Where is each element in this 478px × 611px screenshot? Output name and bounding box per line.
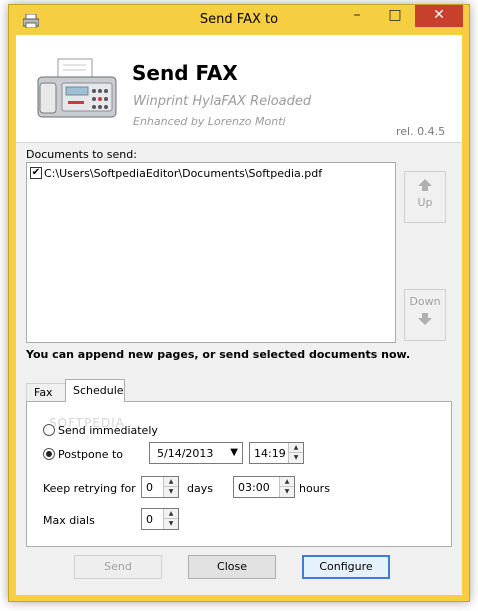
- spin-up-icon[interactable]: ▲: [164, 509, 178, 519]
- move-up-button[interactable]: Up: [404, 171, 446, 223]
- spin-up-icon[interactable]: ▲: [164, 477, 178, 487]
- max-dials-label: Max dials: [43, 514, 95, 527]
- documents-list[interactable]: ✔ C:\Users\SoftpediaEditor\Documents\Sof…: [26, 162, 396, 343]
- append-hint: You can append new pages, or send select…: [26, 348, 411, 361]
- spin-up-icon[interactable]: ▲: [280, 477, 294, 487]
- configure-button[interactable]: Configure: [302, 555, 390, 579]
- spin-up-icon[interactable]: ▲: [289, 443, 303, 453]
- arrow-up-icon: [418, 179, 432, 191]
- postpone-radio[interactable]: [43, 448, 55, 460]
- header-banner: Send FAX Winprint HylaFAX Reloaded Enhan…: [16, 35, 462, 143]
- max-dials-stepper[interactable]: 0 ▲ ▼: [141, 508, 179, 530]
- spin-down-icon[interactable]: ▼: [164, 519, 178, 529]
- time-spin-arrows[interactable]: ▲ ▼: [288, 443, 303, 463]
- header-title: Send FAX: [132, 61, 238, 85]
- send-fax-window: Send FAX to – □ ✕ Send FAX Winprint Hyla…: [8, 4, 470, 602]
- hours-unit-label: hours: [299, 482, 330, 495]
- title-bar[interactable]: Send FAX to – □ ✕: [9, 5, 469, 35]
- document-path: C:\Users\SoftpediaEditor\Documents\Softp…: [44, 166, 323, 180]
- fax-machine-icon: [37, 58, 117, 118]
- documents-label: Documents to send:: [26, 148, 137, 161]
- document-checkbox[interactable]: ✔: [30, 167, 42, 179]
- up-label: Up: [417, 196, 433, 209]
- max-dials-value: 0: [146, 513, 153, 526]
- header-subtitle: Winprint HylaFAX Reloaded: [133, 94, 312, 109]
- minimize-button[interactable]: –: [339, 5, 375, 27]
- hours-value: 03:00: [238, 481, 270, 494]
- date-value: 5/14/2013: [157, 447, 214, 460]
- send-immediately-radio[interactable]: [43, 424, 55, 436]
- retry-days-stepper[interactable]: 0 ▲ ▼: [141, 476, 179, 498]
- tab-fax[interactable]: Fax: [26, 383, 66, 402]
- postpone-date-picker[interactable]: 5/14/2013 ▼: [149, 442, 243, 464]
- move-down-button[interactable]: Down: [404, 289, 446, 341]
- down-label: Down: [409, 295, 441, 308]
- time-value: 14:19: [254, 447, 286, 460]
- schedule-panel: SOFTPEDIA Send immediately Postpone to 5…: [26, 401, 452, 547]
- close-button[interactable]: Close: [188, 555, 276, 579]
- send-immediately-label[interactable]: Send immediately: [58, 424, 158, 437]
- spin-down-icon[interactable]: ▼: [164, 487, 178, 497]
- days-spin-arrows[interactable]: ▲ ▼: [163, 477, 178, 497]
- days-value: 0: [146, 481, 153, 494]
- retry-hours-stepper[interactable]: 03:00 ▲ ▼: [233, 476, 295, 498]
- header-author: Enhanced by Lorenzo Monti: [133, 115, 286, 128]
- send-button[interactable]: Send: [74, 555, 162, 579]
- version-label: rel. 0.4.5: [396, 125, 446, 138]
- tab-schedule[interactable]: Schedule: [65, 379, 125, 402]
- postpone-label[interactable]: Postpone to: [58, 448, 123, 461]
- dialog-client: Send FAX Winprint HylaFAX Reloaded Enhan…: [16, 35, 462, 595]
- arrow-down-icon: [418, 313, 432, 325]
- maximize-button[interactable]: □: [377, 5, 413, 27]
- days-unit-label: days: [187, 482, 213, 495]
- spin-down-icon[interactable]: ▼: [280, 487, 294, 497]
- postpone-time-stepper[interactable]: 14:19 ▲ ▼: [249, 442, 304, 464]
- footer-buttons: Send Close Configure: [16, 547, 462, 595]
- retry-label: Keep retrying for: [43, 482, 136, 495]
- hours-spin-arrows[interactable]: ▲ ▼: [279, 477, 294, 497]
- dials-spin-arrows[interactable]: ▲ ▼: [163, 509, 178, 529]
- close-window-button[interactable]: ✕: [415, 5, 463, 27]
- spin-down-icon[interactable]: ▼: [289, 453, 303, 463]
- list-item[interactable]: ✔ C:\Users\SoftpediaEditor\Documents\Sof…: [30, 165, 322, 181]
- chevron-down-icon[interactable]: ▼: [230, 447, 238, 458]
